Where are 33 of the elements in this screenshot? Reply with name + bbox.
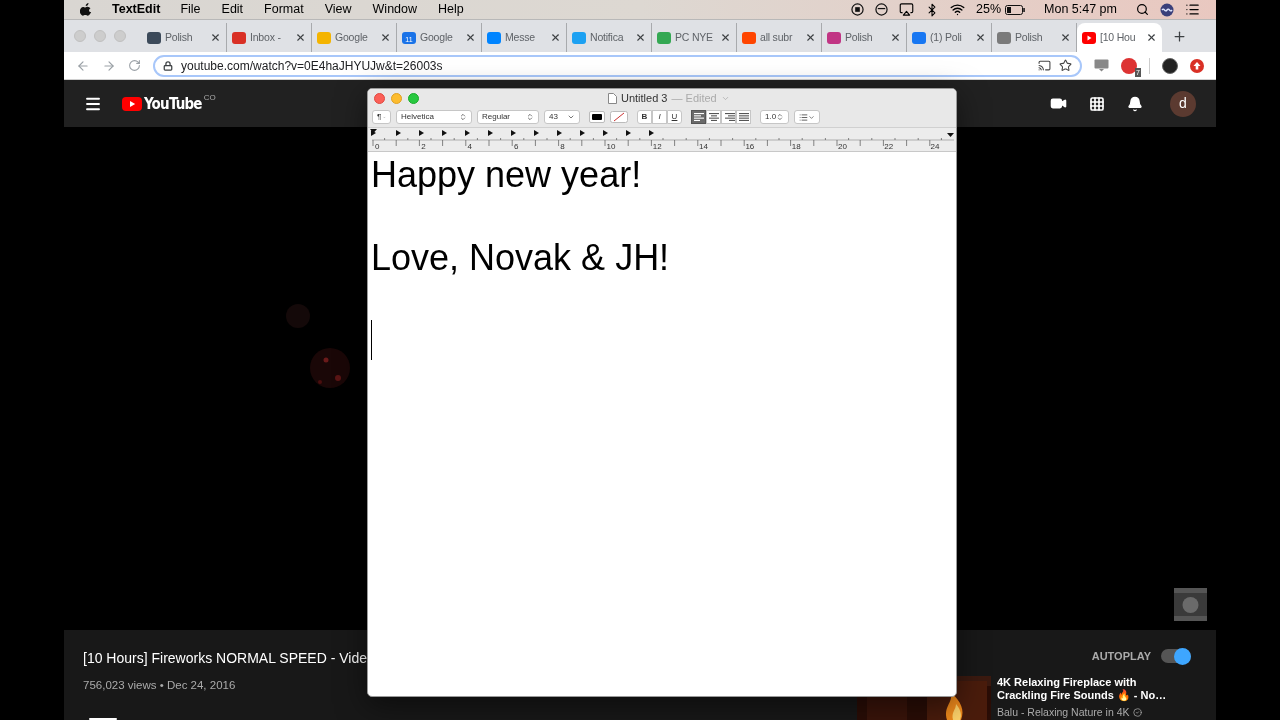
ruler-label: 12 [652,142,662,151]
ruler-label: 20 [838,142,847,151]
ruler-label: 6 [513,142,519,151]
document-paragraph: Love, Novak & JH! [371,237,671,279]
tab-title: Notifica [590,29,625,45]
tab-title: Polish [845,29,874,45]
ruler-label: 10 [606,142,616,151]
ruler-label: 14 [699,142,708,151]
tab-title: (1) Poli [930,29,963,45]
document-paragraph: Happy new year! [371,154,643,196]
tab-title: Google [420,29,454,45]
recommended-channel-name: Balu - Relaxing Nature in 4K [997,704,1130,720]
ruler-label: 16 [745,142,755,151]
window-title: Untitled 3 [621,90,668,106]
autoplay-label: AUTOPLAY [1091,649,1151,664]
ruler-label: 4 [467,142,473,151]
tab-title: all subr [760,29,794,45]
tab-title: PC NYE [675,29,714,45]
ruler-label: 24 [930,142,940,151]
video-title: [10 Hours] Fireworks NORMAL SPEED - Vide [83,649,368,668]
tab-title: Polish [1015,29,1044,45]
ruler-label: 0 [375,142,380,151]
tab-title: Google [335,29,369,45]
ruler-label: 18 [791,142,801,151]
tab-title: [10 Hou [1100,29,1137,45]
video-meta: 756,023 views • Dec 24, 2016 [83,678,237,693]
tab-title: Polish [165,29,194,45]
ruler-label: 2 [421,142,426,151]
ruler-label: 22 [884,142,894,151]
ruler-label: 8 [560,142,565,151]
url-text: youtube.com/watch?v=0E4haJHYUJw&t=26003s [181,57,443,75]
tab-title: Inbox - [250,29,282,45]
tab-title: Messe [505,29,536,45]
